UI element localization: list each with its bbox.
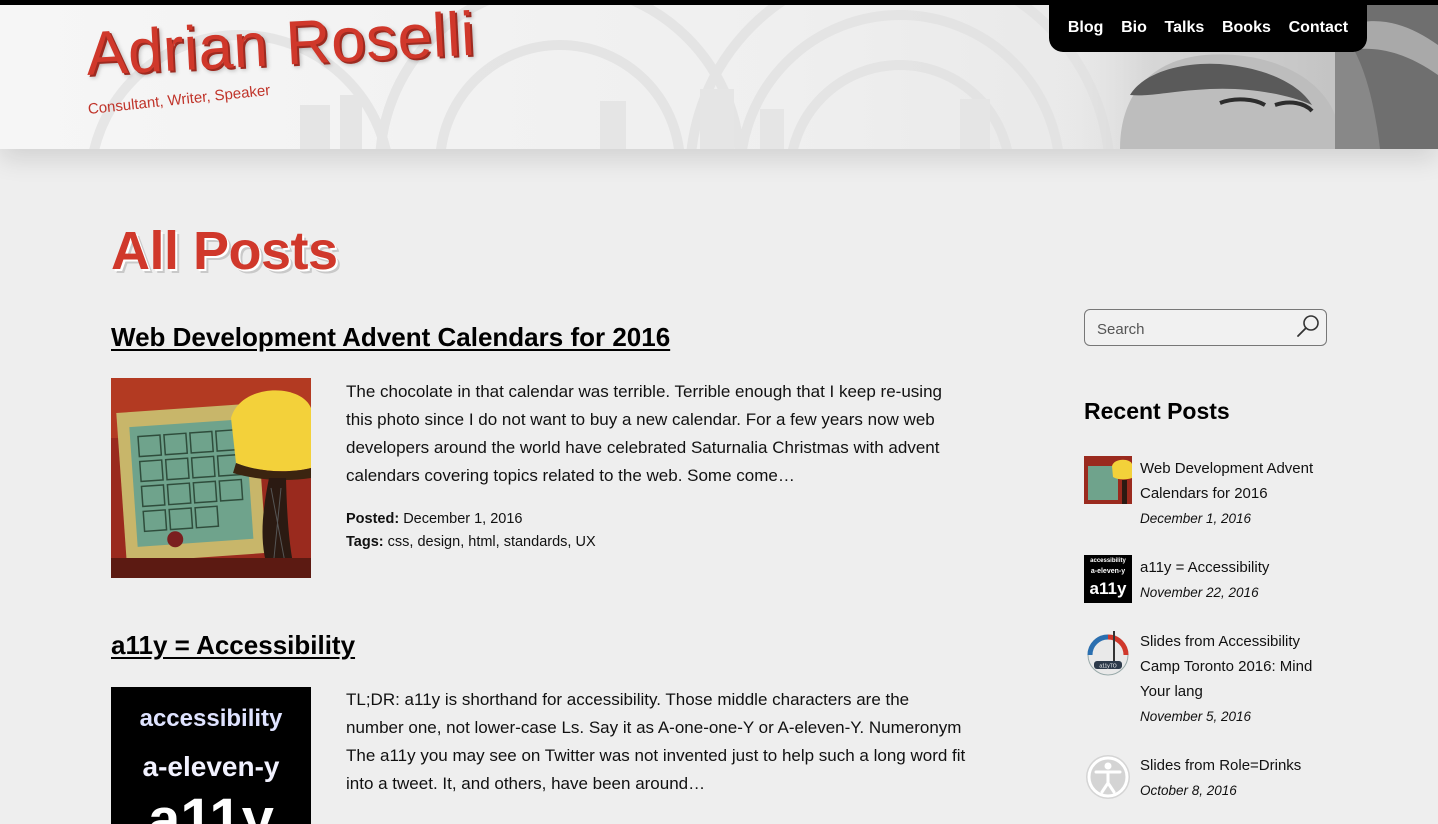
post-excerpt: TL;DR: a11y is shorthand for accessibili… — [346, 690, 966, 793]
a11yto-logo-icon: a11yTO — [1087, 631, 1129, 676]
post-title: a11y = Accessibility — [111, 630, 971, 661]
thumb-text-line: a11y — [148, 787, 274, 824]
a11yto-logo-text: a11yTO — [1099, 664, 1116, 670]
tag-link[interactable]: standards — [504, 534, 568, 550]
posted-date: December 1, 2016 — [403, 511, 523, 527]
nav-item-bio[interactable]: Bio — [1121, 19, 1147, 37]
tag-link[interactable]: UX — [575, 534, 595, 550]
recent-post-item: accessibility a-eleven-y a11y a11y = Acc… — [1084, 555, 1334, 605]
tags-label: Tags: — [346, 534, 384, 550]
tag-link[interactable]: css — [388, 534, 410, 550]
tag-link[interactable]: html — [468, 534, 495, 550]
nav-item-contact[interactable]: Contact — [1289, 19, 1349, 37]
recent-post-title: Slides from Accessibility Camp Toronto 2… — [1140, 629, 1334, 704]
search-icon[interactable] — [1295, 313, 1321, 339]
post-date-line: Posted: December 1, 2016 — [346, 508, 596, 531]
post-title: Web Development Advent Calendars for 201… — [111, 322, 971, 353]
recent-post-thumbnail[interactable] — [1084, 753, 1132, 801]
post-thumbnail[interactable] — [111, 378, 311, 578]
search-input[interactable] — [1097, 319, 1297, 339]
recent-post-title: Web Development Advent Calendars for 201… — [1140, 456, 1334, 506]
search-box — [1084, 309, 1327, 346]
recent-post-thumbnail[interactable]: a11yTO — [1084, 629, 1132, 677]
recent-post-link[interactable]: Web Development Advent Calendars for 201… — [1140, 460, 1313, 502]
nav-item-blog[interactable]: Blog — [1068, 19, 1104, 37]
recent-post-title: a11y = Accessibility — [1140, 555, 1334, 580]
thumb-text-line: a-eleven-y — [1090, 568, 1126, 575]
post-excerpt: The chocolate in that calendar was terri… — [346, 382, 942, 485]
tag-link[interactable]: design — [417, 534, 460, 550]
thumb-text-line: a-eleven-y — [142, 751, 280, 782]
post-tags-line: Tags: css, design, html, standards, UX — [346, 534, 596, 550]
post-meta: Posted: December 1, 2016 Tags: css, desi… — [346, 508, 596, 554]
accessibility-person-icon — [1086, 755, 1130, 799]
posted-label: Posted: — [346, 511, 400, 527]
post-item: Web Development Advent Calendars for 201… — [111, 322, 971, 582]
post-item: a11y = Accessibility accessibility a-ele… — [111, 630, 971, 824]
thumb-text-line: a11y — [1089, 579, 1127, 598]
recent-post-link[interactable]: a11y = Accessibility — [1140, 559, 1269, 576]
recent-posts-heading: Recent Posts — [1084, 398, 1230, 424]
advent-calendar-image — [1084, 456, 1132, 504]
thumb-text-line: accessibility — [1090, 558, 1126, 564]
recent-post-link[interactable]: Slides from Role=Drinks — [1140, 757, 1301, 774]
recent-post-date: November 22, 2016 — [1140, 585, 1259, 600]
page-title: All Posts — [111, 221, 338, 281]
thumb-text-line: accessibility — [139, 705, 283, 732]
recent-post-link[interactable]: Slides from Accessibility Camp Toronto 2… — [1140, 633, 1312, 700]
recent-post-title: Slides from Role=Drinks — [1140, 753, 1334, 778]
post-thumbnail[interactable]: accessibility a-eleven-y a11y — [111, 687, 311, 824]
recent-post-thumbnail[interactable]: accessibility a-eleven-y a11y — [1084, 555, 1132, 603]
recent-post-item: a11yTO Slides from Accessibility Camp To… — [1084, 629, 1334, 729]
recent-post-item: Slides from Role=Drinks October 8, 2016 — [1084, 753, 1334, 803]
advent-calendar-image — [111, 378, 311, 578]
post-title-link[interactable]: a11y = Accessibility — [111, 630, 355, 660]
recent-post-date: December 1, 2016 — [1140, 511, 1252, 526]
recent-post-item: Web Development Advent Calendars for 201… — [1084, 456, 1334, 536]
nav-item-talks[interactable]: Talks — [1165, 19, 1205, 37]
main-navigation: Blog Bio Talks Books Contact — [1049, 4, 1367, 52]
recent-post-thumbnail[interactable] — [1084, 456, 1132, 504]
post-title-link[interactable]: Web Development Advent Calendars for 201… — [111, 322, 670, 352]
nav-item-books[interactable]: Books — [1222, 19, 1271, 37]
recent-post-date: October 8, 2016 — [1140, 783, 1237, 798]
recent-post-date: November 5, 2016 — [1140, 709, 1252, 724]
